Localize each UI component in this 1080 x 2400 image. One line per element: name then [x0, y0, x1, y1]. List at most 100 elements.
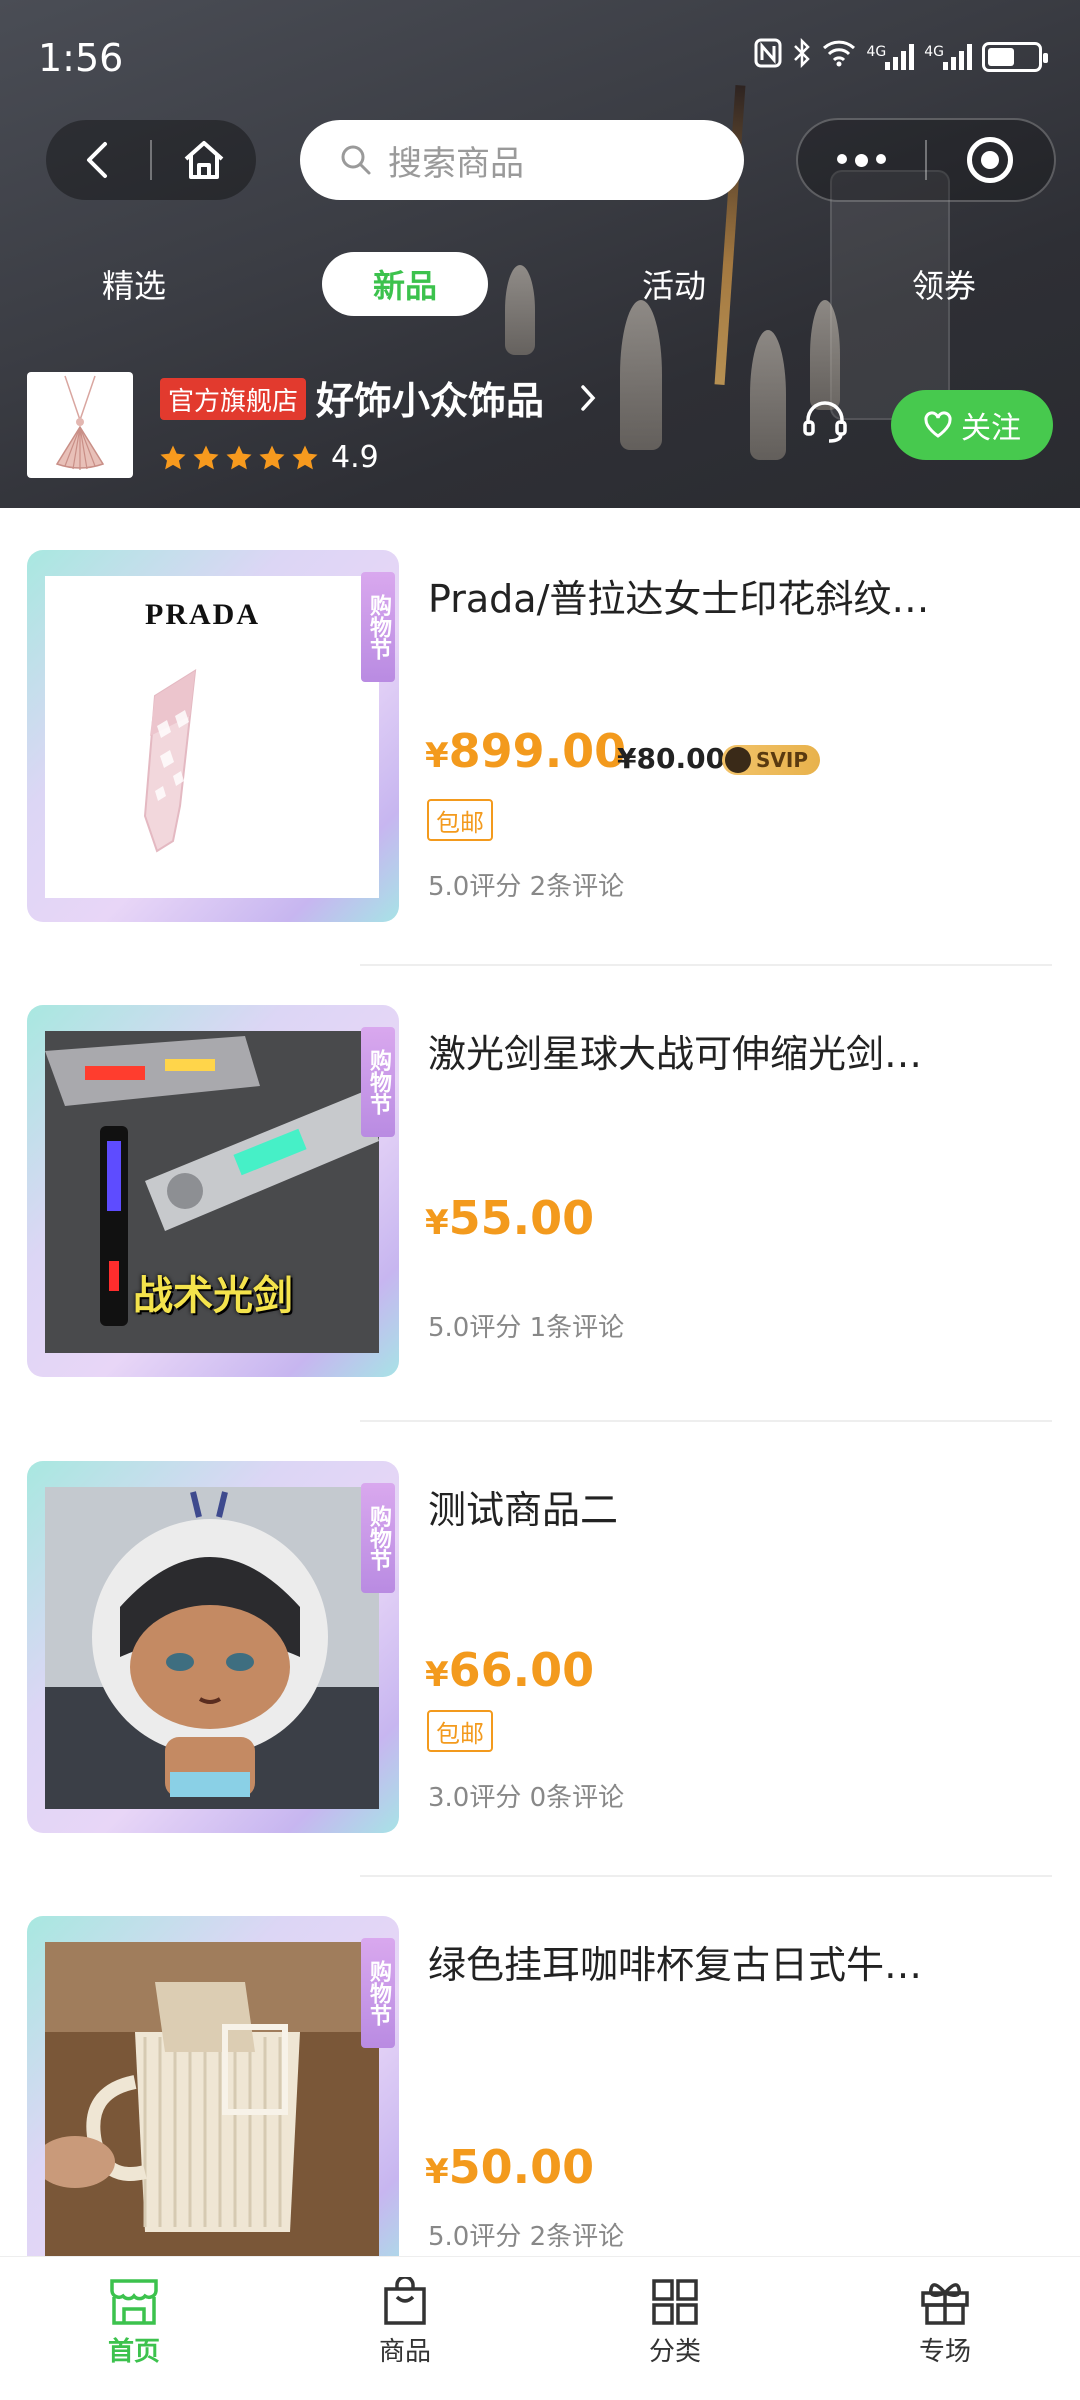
- list-divider: [360, 1420, 1052, 1422]
- currency-symbol: ¥: [425, 1655, 449, 1695]
- free-shipping-tag: 包邮: [427, 799, 493, 841]
- tabbar-item-categories[interactable]: 分类: [605, 2277, 745, 2368]
- product-reviews: 5.0评分 1条评论: [428, 1313, 625, 1343]
- star-rating: [158, 443, 320, 473]
- product-title[interactable]: 激光剑星球大战可伸缩光剑…: [428, 1023, 988, 1078]
- product-price: ¥50.00: [425, 2140, 594, 2194]
- follow-button[interactable]: 关注: [891, 390, 1053, 460]
- network-type-label: 4G: [924, 44, 944, 60]
- grid-icon: [652, 2279, 698, 2325]
- star-icon: [292, 445, 318, 470]
- product-image-frame[interactable]: 战术光剑 购物节: [27, 1005, 399, 1377]
- star-icon: [193, 445, 219, 470]
- tab-featured[interactable]: 精选: [68, 252, 200, 316]
- heart-icon: [924, 411, 952, 438]
- tabbar-item-home[interactable]: 首页: [64, 2277, 204, 2368]
- more-button[interactable]: [798, 120, 925, 200]
- svip-badge: SVIP: [722, 745, 820, 775]
- product-reviews: 5.0评分 2条评论: [428, 2222, 625, 2252]
- tabbar-label: 分类: [648, 2337, 701, 2367]
- shop-rating: 4.9: [331, 440, 379, 475]
- home-button[interactable]: [152, 120, 256, 200]
- festival-tag: 购物节: [361, 1938, 395, 2048]
- status-icons: 4G 4G: [754, 37, 1048, 76]
- svip-label: SVIP: [756, 748, 808, 772]
- tabbar-item-products[interactable]: 商品: [335, 2277, 475, 2368]
- back-arrow-icon: [87, 142, 107, 178]
- shop-logo[interactable]: [27, 372, 133, 478]
- product-image-frame[interactable]: 购物节: [27, 1461, 399, 1833]
- search-icon: [341, 145, 371, 175]
- product-image: PRADA: [45, 576, 379, 898]
- product-price: ¥66.00: [425, 1643, 594, 1697]
- tab-coupons[interactable]: 领券: [878, 252, 1010, 316]
- battery-level: [988, 48, 1014, 66]
- tab-events[interactable]: 活动: [608, 252, 740, 316]
- tab-new[interactable]: 新品: [322, 252, 488, 316]
- star-icon: [226, 445, 252, 470]
- miniapp-capsule: [796, 118, 1056, 202]
- product-image-caption: 战术光剑: [133, 1273, 293, 1319]
- free-shipping-tag: 包邮: [427, 1710, 493, 1752]
- coffee-cup-illustration: [45, 1942, 379, 2256]
- more-dots-icon: [837, 153, 886, 167]
- search-input[interactable]: 搜索商品: [300, 120, 744, 200]
- network-type-label: 4G: [866, 44, 887, 60]
- product-card[interactable]: 购物节 绿色挂耳咖啡杯复古日式牛… ¥50.00 5.0评分 2条评论: [0, 1916, 1080, 2256]
- bag-icon: [384, 2277, 426, 2325]
- battery-icon: [982, 42, 1048, 72]
- product-price: ¥899.00: [425, 724, 626, 778]
- list-divider: [360, 964, 1052, 966]
- vip-diamond-icon: [725, 747, 751, 773]
- store-header: 1:56 4G 4G 搜索商品 精选 新品 活动 领券 官方旗舰店 好饰小众饰品…: [0, 0, 1080, 508]
- tabbar-label: 商品: [378, 2337, 431, 2367]
- background-decoration: [810, 300, 840, 410]
- home-icon: [184, 141, 224, 179]
- bluetooth-icon: [792, 37, 812, 76]
- close-miniapp-button[interactable]: [927, 120, 1054, 200]
- figure-toy-illustration: [45, 1487, 379, 1809]
- price-value: 899.00: [448, 724, 627, 778]
- price-value: 55.00: [448, 1191, 595, 1245]
- festival-tag: 购物节: [361, 572, 395, 682]
- product-price: ¥55.00: [425, 1191, 594, 1245]
- product-title[interactable]: 测试商品二: [428, 1479, 988, 1534]
- follow-label: 关注: [961, 411, 1021, 446]
- product-image-frame[interactable]: PRADA 购物节: [27, 550, 399, 922]
- price-value: 50.00: [448, 2140, 595, 2194]
- tabbar-label: 首页: [107, 2337, 160, 2367]
- wifi-icon: [822, 39, 856, 75]
- product-title[interactable]: 绿色挂耳咖啡杯复古日式牛…: [428, 1934, 988, 1989]
- product-card[interactable]: PRADA 购物节 Prada/普拉达女士印花斜纹… ¥899.00 ¥80.0…: [0, 550, 1080, 970]
- price-value: 66.00: [448, 1643, 595, 1697]
- back-button[interactable]: [46, 120, 150, 200]
- background-decoration: [620, 300, 662, 450]
- nav-capsule: [46, 120, 256, 200]
- shop-name[interactable]: 好饰小众饰品: [316, 370, 544, 425]
- vip-price: ¥80.00: [617, 742, 726, 775]
- product-image-frame[interactable]: 购物节: [27, 1916, 399, 2256]
- nfc-icon: [754, 38, 782, 76]
- cellular-signal-icon: 4G: [866, 44, 915, 70]
- tabbar-label: 专场: [918, 2337, 971, 2367]
- product-image: [45, 1487, 379, 1809]
- list-divider: [360, 1875, 1052, 1877]
- product-title[interactable]: Prada/普拉达女士印花斜纹…: [428, 568, 988, 623]
- scarf-illustration: [143, 669, 197, 853]
- currency-symbol: ¥: [425, 736, 449, 776]
- bottom-tab-bar: 首页 商品 分类 专场: [0, 2256, 1080, 2400]
- flagship-store-badge: 官方旗舰店: [160, 378, 307, 420]
- product-image: 战术光剑: [45, 1031, 379, 1353]
- currency-symbol: ¥: [425, 1203, 449, 1243]
- product-card[interactable]: 购物节 测试商品二 ¥66.00 包邮 3.0评分 0条评论: [0, 1461, 1080, 1881]
- necklace-pendant-image: [55, 375, 105, 470]
- search-placeholder: 搜索商品: [388, 143, 524, 184]
- product-card[interactable]: 战术光剑 购物节 激光剑星球大战可伸缩光剑… ¥55.00 5.0评分 1条评论: [0, 1005, 1080, 1425]
- chevron-right-icon[interactable]: [578, 381, 598, 419]
- home-store-icon: [110, 2279, 158, 2325]
- customer-service-icon[interactable]: [800, 396, 850, 450]
- festival-tag: 购物节: [361, 1027, 395, 1137]
- status-bar: 1:56 4G 4G: [0, 0, 1080, 110]
- tabbar-item-special[interactable]: 专场: [875, 2277, 1015, 2368]
- product-reviews: 3.0评分 0条评论: [428, 1783, 625, 1813]
